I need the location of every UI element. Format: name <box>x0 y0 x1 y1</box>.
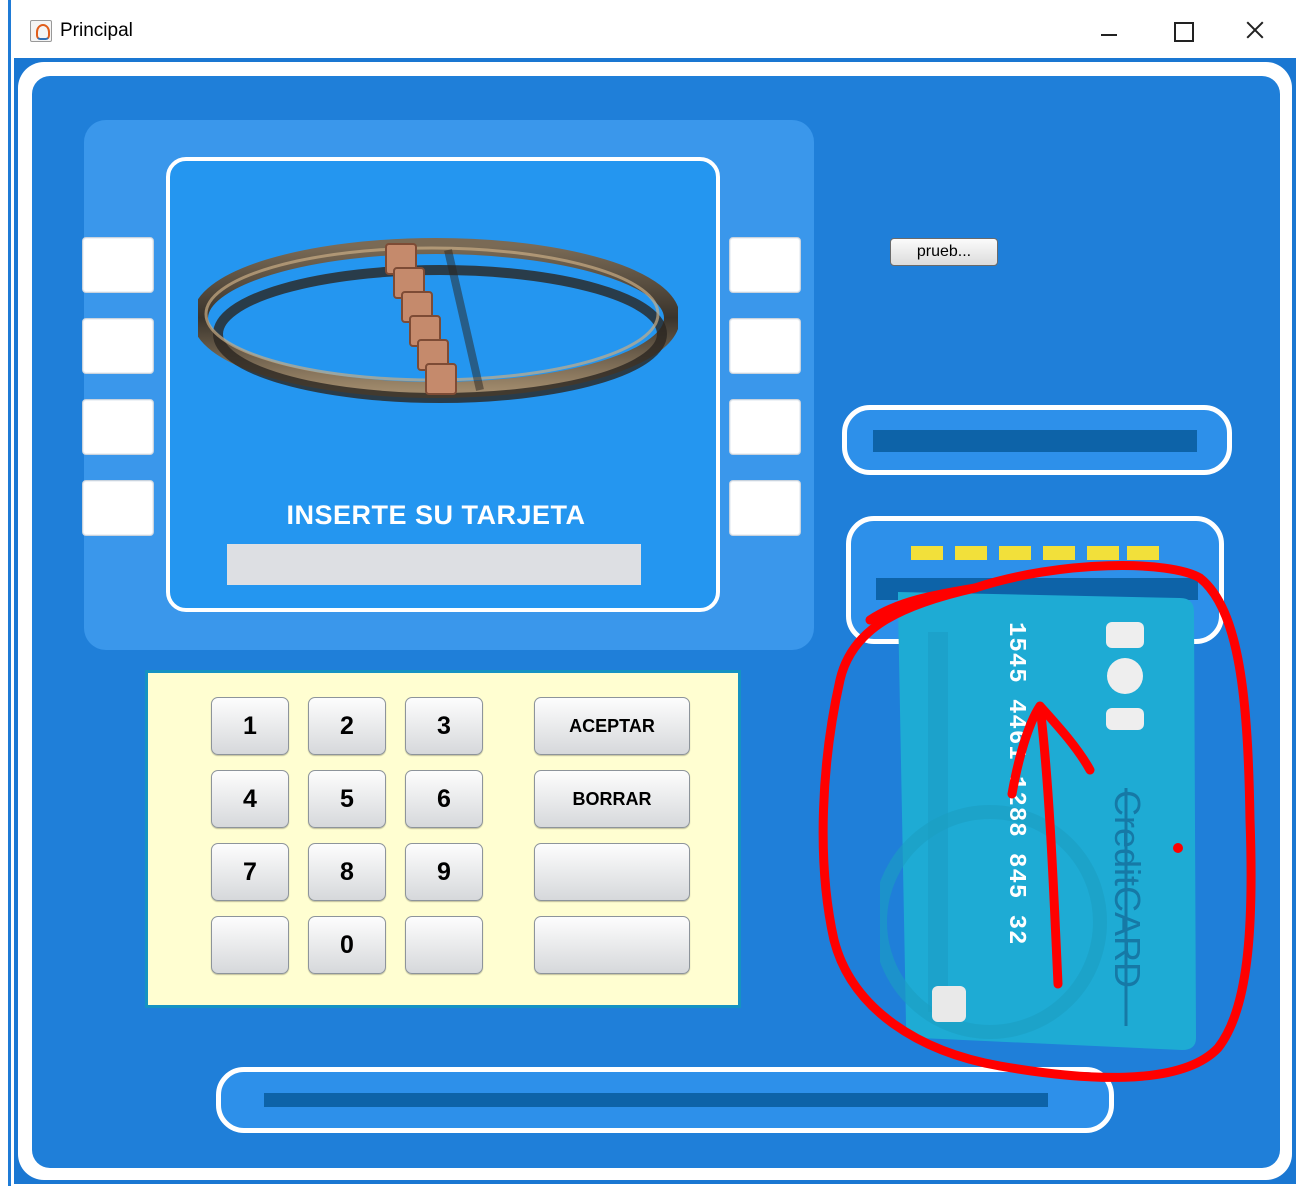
key-2[interactable]: 2 <box>308 697 386 755</box>
left-screen-button-1[interactable] <box>82 237 154 293</box>
credit-card-icon[interactable]: 1545 4461 1288 845 32 CreditCARD <box>880 592 1210 1062</box>
blank-action-button-2[interactable] <box>534 916 690 974</box>
accept-button[interactable]: ACEPTAR <box>534 697 690 755</box>
left-screen-button-2[interactable] <box>82 318 154 374</box>
key-0[interactable]: 0 <box>308 916 386 974</box>
key-4[interactable]: 4 <box>211 770 289 828</box>
window-title: Principal <box>60 20 133 41</box>
key-5[interactable]: 5 <box>308 770 386 828</box>
app-icon <box>30 20 52 42</box>
blank-action-button-1[interactable] <box>534 843 690 901</box>
receipt-slot-opening <box>873 430 1197 452</box>
screen-input[interactable] <box>227 544 641 585</box>
close-icon[interactable] <box>1232 12 1278 48</box>
title-bar: Principal <box>0 0 1299 58</box>
card-number: 1545 4461 1288 845 32 <box>1002 622 1029 945</box>
key-blank-left[interactable] <box>211 916 289 974</box>
key-8[interactable]: 8 <box>308 843 386 901</box>
key-7[interactable]: 7 <box>211 843 289 901</box>
cash-dispenser-opening <box>264 1093 1048 1107</box>
left-screen-button-4[interactable] <box>82 480 154 536</box>
insert-card-prompt: INSERTE SU TARJETA <box>286 500 586 530</box>
right-screen-button-1[interactable] <box>729 237 801 293</box>
right-screen-button-3[interactable] <box>729 399 801 455</box>
window-edge <box>8 0 11 1186</box>
minimize-icon[interactable] <box>1087 12 1133 48</box>
maximize-icon[interactable] <box>1160 12 1206 48</box>
key-3[interactable]: 3 <box>405 697 483 755</box>
left-screen-button-3[interactable] <box>82 399 154 455</box>
prueba-button[interactable]: prueb... <box>890 238 998 266</box>
bank-logo-icon <box>198 238 678 403</box>
key-1[interactable]: 1 <box>211 697 289 755</box>
clear-button[interactable]: BORRAR <box>534 770 690 828</box>
key-9[interactable]: 9 <box>405 843 483 901</box>
right-screen-button-4[interactable] <box>729 480 801 536</box>
right-screen-button-2[interactable] <box>729 318 801 374</box>
key-blank-right[interactable] <box>405 916 483 974</box>
key-6[interactable]: 6 <box>405 770 483 828</box>
